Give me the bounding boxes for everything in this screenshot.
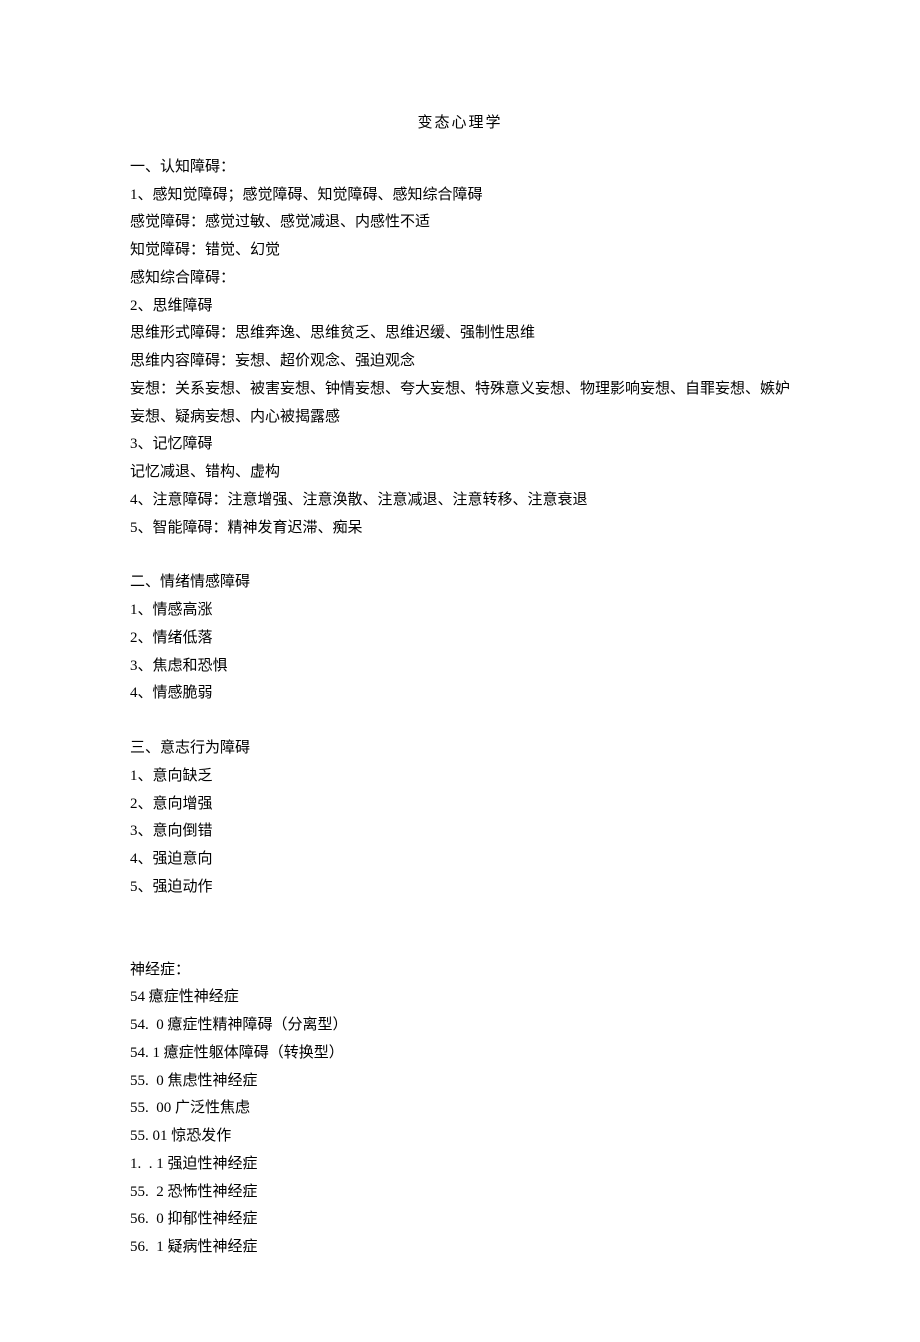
section-4-line: 1. . 1 强迫性神经症 [130, 1151, 790, 1179]
section-4-line: 56. 1 疑病性神经症 [130, 1234, 790, 1262]
section-4-line: 55. 2 恐怖性神经症 [130, 1179, 790, 1207]
section-1-line: 3、记忆障碍 [130, 431, 790, 459]
section-2-line: 4、情感脆弱 [130, 680, 790, 708]
section-4-line: 55. 00 广泛性焦虑 [130, 1095, 790, 1123]
section-3-line: 4、强迫意向 [130, 846, 790, 874]
section-1-line: 感知综合障碍： [130, 265, 790, 293]
section-3-line: 5、强迫动作 [130, 874, 790, 902]
section-gap [130, 708, 790, 735]
section-gap [130, 902, 790, 957]
section-4-line: 55. 01 惊恐发作 [130, 1123, 790, 1151]
section-1-line: 2、思维障碍 [130, 293, 790, 321]
section-4-heading: 神经症： [130, 957, 790, 985]
section-4-line: 56. 0 抑郁性神经症 [130, 1206, 790, 1234]
section-1-line: 妄想：关系妄想、被害妄想、钟情妄想、夸大妄想、特殊意义妄想、物理影响妄想、自罪妄… [130, 376, 790, 432]
section-2-line: 2、情绪低落 [130, 625, 790, 653]
section-1-heading: 一、认知障碍： [130, 154, 790, 182]
section-3-heading: 三、意志行为障碍 [130, 735, 790, 763]
section-3-line: 3、意向倒错 [130, 818, 790, 846]
section-4-line: 54. 0 癔症性精神障碍（分离型） [130, 1012, 790, 1040]
section-1-line: 思维内容障碍：妄想、超价观念、强迫观念 [130, 348, 790, 376]
section-gap [130, 542, 790, 569]
section-4-line: 54. 1 癔症性躯体障碍（转换型） [130, 1040, 790, 1068]
section-1-line: 思维形式障碍：思维奔逸、思维贫乏、思维迟缓、强制性思维 [130, 320, 790, 348]
section-4-line: 54 癔症性神经症 [130, 984, 790, 1012]
section-3-line: 2、意向增强 [130, 791, 790, 819]
section-1-line: 知觉障碍：错觉、幻觉 [130, 237, 790, 265]
section-2-line: 3、焦虑和恐惧 [130, 653, 790, 681]
section-3-line: 1、意向缺乏 [130, 763, 790, 791]
section-2-line: 1、情感高涨 [130, 597, 790, 625]
section-1-line: 1、感知觉障碍；感觉障碍、知觉障碍、感知综合障碍 [130, 182, 790, 210]
section-1-line: 4、注意障碍：注意增强、注意涣散、注意减退、注意转移、注意衰退 [130, 487, 790, 515]
section-1-line: 感觉障碍：感觉过敏、感觉减退、内感性不适 [130, 209, 790, 237]
section-4-line: 55. 0 焦虑性神经症 [130, 1068, 790, 1096]
document-title: 变态心理学 [130, 110, 790, 138]
section-1-line: 记忆减退、错构、虚构 [130, 459, 790, 487]
section-2-heading: 二、情绪情感障碍 [130, 569, 790, 597]
section-1-line: 5、智能障碍：精神发育迟滞、痴呆 [130, 515, 790, 543]
